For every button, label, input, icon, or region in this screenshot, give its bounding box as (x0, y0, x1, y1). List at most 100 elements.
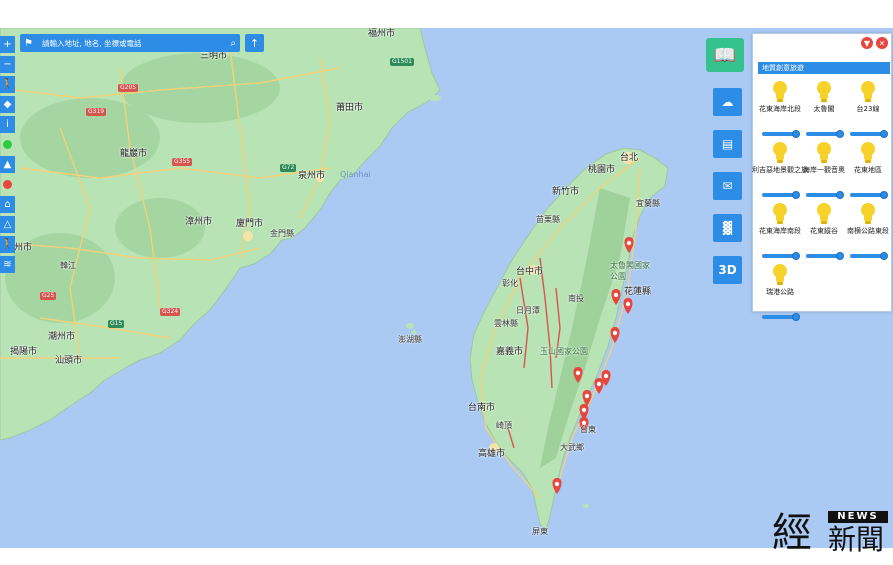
layer-name: 瑞港公路 (766, 288, 794, 296)
3d-tool[interactable]: 3D (713, 256, 742, 284)
opacity-slider[interactable] (762, 191, 800, 199)
slider-knob[interactable] (792, 130, 800, 138)
bank-button[interactable]: ⌂ (0, 196, 15, 213)
geology-panel: ▼ ✕ 地質創意旅遊 花東海岸北段 太魯閣 台23線 利吉惡地景觀之旅 海岸一觀音奧 花東… (752, 33, 892, 321)
label-hsinchu: 新竹市 (552, 187, 580, 197)
shield-g355: G355 (172, 158, 193, 166)
opacity-slider[interactable] (762, 313, 800, 321)
search-icon[interactable]: ⌕ (230, 38, 236, 49)
shield-g324: G324 (160, 308, 181, 316)
lightbulb-icon[interactable] (859, 81, 877, 103)
slider-knob[interactable] (792, 191, 800, 199)
slider-knob[interactable] (792, 313, 800, 321)
dropbox-icon: ◆ (3, 98, 12, 110)
layer-item[interactable]: 海岸一觀音奧 (802, 142, 846, 199)
opacity-slider[interactable] (850, 130, 888, 138)
slider-knob[interactable] (836, 252, 844, 260)
label-yushan: 玉山國家公園 (540, 347, 588, 356)
layer-item[interactable]: 花東縱谷 (802, 203, 846, 260)
lightbulb-icon[interactable] (771, 81, 789, 103)
green-layer-button[interactable] (0, 136, 15, 153)
watermark-text: 新聞 (828, 523, 885, 556)
hiker-button[interactable]: 🚶 (0, 236, 15, 253)
slider-knob[interactable] (880, 130, 888, 138)
left-toolbar: + − 🚶 ◆ i ▲ ⌂ △ 🚶 ≋ (0, 36, 15, 276)
message-tool[interactable]: ▤ (713, 130, 742, 158)
lightbulb-icon[interactable] (859, 142, 877, 164)
slider-knob[interactable] (792, 252, 800, 260)
lightbulb-icon[interactable] (815, 81, 833, 103)
lightbulb-icon[interactable] (771, 264, 789, 286)
layer-item[interactable]: 花東海岸南段 (758, 203, 802, 260)
label-kaohsiung: 高雄市 (478, 449, 506, 459)
slider-knob[interactable] (880, 191, 888, 199)
shield-g25: G25 (40, 292, 57, 300)
3d-label: 3D (718, 263, 737, 277)
lightbulb-icon[interactable] (815, 142, 833, 164)
streetview-button[interactable]: 🚶 (0, 76, 15, 93)
chat-tool[interactable]: ☁ (713, 88, 742, 116)
layer-name: 太魯閣 (813, 105, 835, 113)
opacity-slider[interactable] (762, 130, 800, 138)
plus-icon: + (3, 38, 12, 50)
hiker-icon: 🚶 (1, 238, 14, 250)
label-quanzhou: 泉州市 (298, 171, 326, 181)
mountain-button[interactable]: △ (0, 216, 15, 233)
opacity-slider[interactable] (762, 252, 800, 260)
mail-tool[interactable]: ✉ (713, 172, 742, 200)
label-dawu: 大武鄉 (560, 443, 584, 452)
layer-item[interactable]: 花東海岸北段 (758, 81, 802, 138)
green-dot-icon (3, 140, 12, 149)
layer-item[interactable]: 太魯閣 (802, 81, 846, 138)
layers-icon: ≋ (3, 258, 12, 270)
lightbulb-icon[interactable] (771, 142, 789, 164)
factory-tool[interactable]: ▓ (713, 214, 742, 242)
label-nantou: 南投 (568, 294, 584, 303)
opacity-slider[interactable] (806, 252, 844, 260)
map-flag-icon: ⚑ (24, 37, 33, 49)
label-yilan: 宜蘭縣 (636, 199, 660, 208)
red-layer-button[interactable] (0, 176, 15, 193)
layer-item[interactable]: 南横公路東段 (846, 203, 890, 260)
slider-knob[interactable] (836, 191, 844, 199)
upload-button[interactable]: ↑ (245, 34, 264, 52)
layer-name: 花東縱谷 (810, 227, 838, 235)
dropbox-button[interactable]: ◆ (0, 96, 15, 113)
walker-icon: 🚶 (1, 78, 14, 90)
label-cape: 屏東 (532, 527, 548, 536)
zoom-in-button[interactable]: + (0, 36, 15, 53)
factory-icon: ▓ (722, 221, 733, 235)
close-button[interactable]: ✕ (876, 37, 888, 49)
water-button[interactable]: ▲ (0, 156, 15, 173)
layer-item[interactable]: 瑞港公路 (758, 264, 802, 321)
opacity-slider[interactable] (806, 130, 844, 138)
lightbulb-icon[interactable] (815, 203, 833, 225)
search-input[interactable] (42, 38, 231, 48)
layer-name: 南横公路東段 (847, 227, 889, 235)
label-miaoli: 苗栗縣 (536, 215, 560, 224)
slider-knob[interactable] (836, 130, 844, 138)
layer-item[interactable]: 台23線 (846, 81, 890, 138)
label-yunlin: 雲林縣 (494, 319, 518, 328)
layer-item[interactable]: 利吉惡地景觀之旅 (752, 142, 808, 199)
lightbulb-icon[interactable] (859, 203, 877, 225)
lightbulb-icon[interactable] (771, 203, 789, 225)
slider-knob[interactable] (880, 252, 888, 260)
watermark-news: NEWS (828, 511, 888, 523)
zoom-out-button[interactable]: − (0, 56, 15, 73)
opacity-slider[interactable] (850, 252, 888, 260)
opacity-slider[interactable] (850, 191, 888, 199)
udn-watermark-logo: 經 NEWS 新聞 (772, 508, 890, 558)
label-hanjiang: 韓江 (60, 261, 76, 270)
label-taoyuan: 桃園市 (588, 165, 616, 175)
shield-g1501: G1501 (390, 58, 414, 66)
layers-button[interactable]: ≋ (0, 256, 15, 273)
message-icon: ▤ (721, 137, 734, 151)
book-tool[interactable]: 📖 (706, 38, 744, 72)
info-button[interactable]: i (0, 116, 15, 133)
opacity-slider[interactable] (806, 191, 844, 199)
label-qiding: 崎頂 (496, 421, 512, 430)
layer-item[interactable]: 花東地區 (846, 142, 890, 199)
pin-button[interactable]: ▼ (861, 37, 873, 49)
bank-icon: ⌂ (4, 198, 11, 210)
